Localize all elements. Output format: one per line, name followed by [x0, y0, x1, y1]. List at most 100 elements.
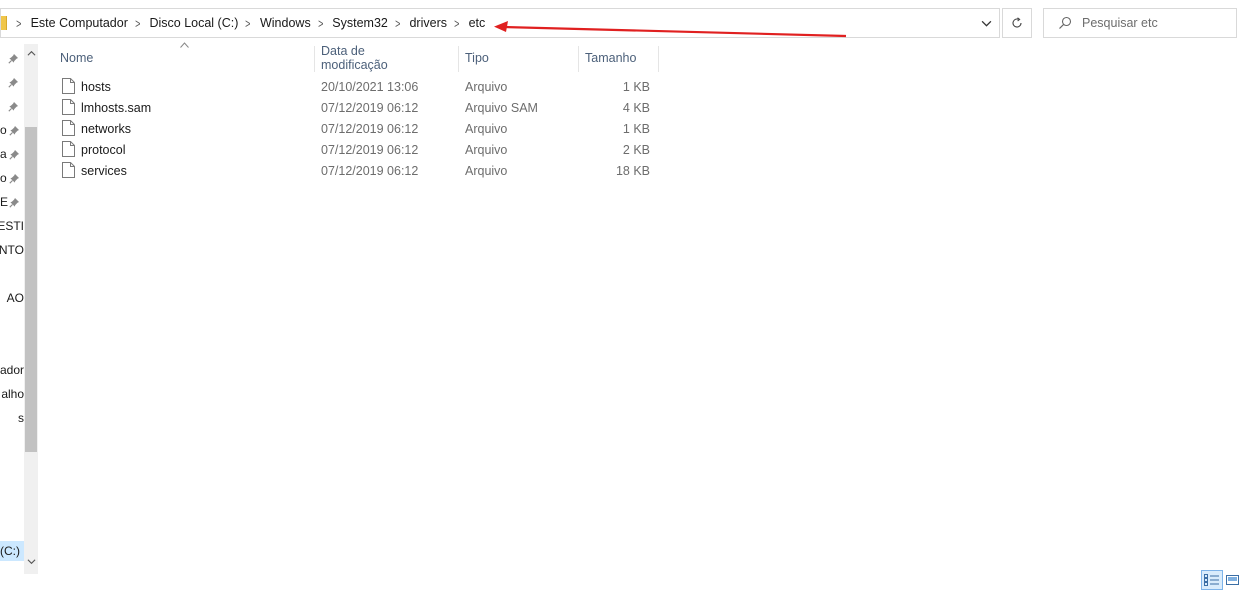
file-type: Arquivo: [465, 121, 508, 136]
breadcrumb-separator-icon[interactable]: >: [135, 16, 140, 31]
nav-item-label: ENTO: [0, 243, 24, 257]
nav-scrollbar[interactable]: [24, 44, 38, 574]
file-name: networks: [81, 121, 132, 136]
folder-icon: [1, 16, 7, 30]
file-size: 1 KB: [622, 121, 650, 136]
breadcrumb-item-windows[interactable]: Windows: [260, 16, 311, 30]
file-row[interactable]: protocol 07/12/2019 06:12 Arquivo 2 KB: [52, 139, 658, 160]
breadcrumb-separator-icon[interactable]: >: [454, 16, 459, 31]
chevron-down-icon: [981, 20, 991, 27]
refresh-icon: [1012, 17, 1022, 28]
nav-item[interactable]: AO: [0, 288, 24, 308]
nav-item-selected[interactable]: (C:): [0, 541, 24, 561]
file-type: Arquivo SAM: [465, 100, 538, 115]
nav-item[interactable]: o: [0, 168, 22, 188]
breadcrumb-item-disco-local[interactable]: Disco Local (C:): [149, 16, 238, 30]
column-date[interactable]: Data de modificação: [321, 44, 388, 72]
scroll-up-button[interactable]: [24, 44, 38, 62]
address-history-dropdown[interactable]: [974, 9, 998, 37]
nav-item[interactable]: [0, 264, 24, 284]
file-row[interactable]: networks 07/12/2019 06:12 Arquivo 1 KB: [52, 118, 658, 139]
file-name: hosts: [81, 79, 111, 94]
nav-item-label: o: [0, 171, 7, 185]
file-icon: [62, 78, 75, 94]
breadcrumb-separator-icon[interactable]: >: [395, 16, 400, 31]
nav-item[interactable]: [0, 312, 24, 332]
file-row[interactable]: lmhosts.sam 07/12/2019 06:12 Arquivo SAM 4 …: [52, 97, 658, 118]
nav-item[interactable]: alho: [0, 384, 24, 404]
nav-item-label: E: [0, 195, 8, 209]
nav-item[interactable]: TESTI: [0, 216, 24, 236]
file-type: Arquivo: [465, 79, 508, 94]
file-type: Arquivo: [465, 142, 508, 157]
large-icons-view-icon: [1226, 575, 1239, 585]
navigation-pane: oaoETESTIENTOAOadoralhos (C:): [0, 44, 38, 574]
file-row[interactable]: services 07/12/2019 06:12 Arquivo 18 KB: [52, 160, 658, 181]
file-size: 1 KB: [622, 79, 650, 94]
search-box[interactable]: [1043, 8, 1237, 38]
column-size[interactable]: Tamanho: [585, 44, 636, 72]
file-icon: [62, 120, 75, 136]
file-date: 07/12/2019 06:12: [321, 142, 419, 157]
file-row[interactable]: hosts 20/10/2021 13:06 Arquivo 1 KB: [52, 76, 658, 97]
pin-icon: [8, 53, 18, 64]
details-view-icon: [1204, 574, 1219, 586]
pin-icon: [9, 149, 19, 160]
nav-item[interactable]: ador: [0, 360, 24, 380]
nav-item[interactable]: [0, 48, 22, 68]
nav-item-label: s: [18, 411, 24, 425]
breadcrumb: > Este Computador > Disco Local (C:) > W…: [9, 9, 485, 37]
nav-item[interactable]: [0, 336, 24, 356]
file-date: 07/12/2019 06:12: [321, 163, 419, 178]
nav-item-label: o: [0, 123, 7, 137]
nav-item[interactable]: a: [0, 144, 22, 164]
column-divider[interactable]: [658, 46, 659, 72]
file-size: 4 KB: [622, 100, 650, 115]
nav-item-label: (C:): [0, 544, 20, 558]
scroll-thumb[interactable]: [25, 127, 37, 452]
column-name[interactable]: Nome: [60, 44, 93, 72]
file-name: protocol: [81, 142, 126, 157]
column-divider[interactable]: [458, 46, 459, 72]
breadcrumb-item-este-computador[interactable]: Este Computador: [31, 16, 128, 30]
nav-item-label: AO: [6, 291, 24, 305]
file-icon: [62, 141, 75, 157]
file-icon: [62, 162, 75, 178]
pin-icon: [8, 101, 18, 112]
nav-item-label: a: [0, 147, 7, 161]
breadcrumb-item-etc[interactable]: etc: [469, 16, 486, 30]
details-view-button[interactable]: [1201, 570, 1223, 590]
chevron-down-icon: [27, 558, 35, 564]
nav-item[interactable]: [0, 96, 22, 116]
nav-item[interactable]: E: [0, 192, 22, 212]
breadcrumb-separator-icon[interactable]: >: [16, 16, 21, 31]
pin-icon: [9, 173, 19, 184]
nav-item[interactable]: s: [0, 408, 24, 428]
column-divider[interactable]: [578, 46, 579, 72]
breadcrumb-separator-icon[interactable]: >: [318, 16, 323, 31]
file-size: 18 KB: [615, 163, 650, 178]
nav-item[interactable]: [0, 72, 22, 92]
breadcrumb-separator-icon[interactable]: >: [246, 16, 251, 31]
file-date: 20/10/2021 13:06: [321, 79, 419, 94]
nav-item-label: ador: [0, 363, 24, 377]
scroll-down-button[interactable]: [24, 552, 38, 570]
refresh-button[interactable]: [1002, 8, 1032, 38]
search-icon: [1059, 16, 1072, 29]
nav-item[interactable]: o: [0, 120, 22, 140]
column-divider[interactable]: [314, 46, 315, 72]
large-icons-view-button[interactable]: [1226, 570, 1239, 590]
file-type: Arquivo: [465, 163, 508, 178]
breadcrumb-item-system32[interactable]: System32: [332, 16, 388, 30]
nav-item[interactable]: ENTO: [0, 240, 24, 260]
annotation-arrow: [494, 21, 847, 38]
pin-icon: [8, 77, 18, 88]
file-date: 07/12/2019 06:12: [321, 121, 419, 136]
column-type[interactable]: Tipo: [465, 44, 489, 72]
breadcrumb-item-drivers[interactable]: drivers: [409, 16, 447, 30]
pin-icon: [9, 125, 19, 136]
file-icon: [62, 99, 75, 115]
file-date: 07/12/2019 06:12: [321, 100, 419, 115]
pin-icon: [9, 197, 19, 208]
search-input[interactable]: [1082, 14, 1232, 32]
